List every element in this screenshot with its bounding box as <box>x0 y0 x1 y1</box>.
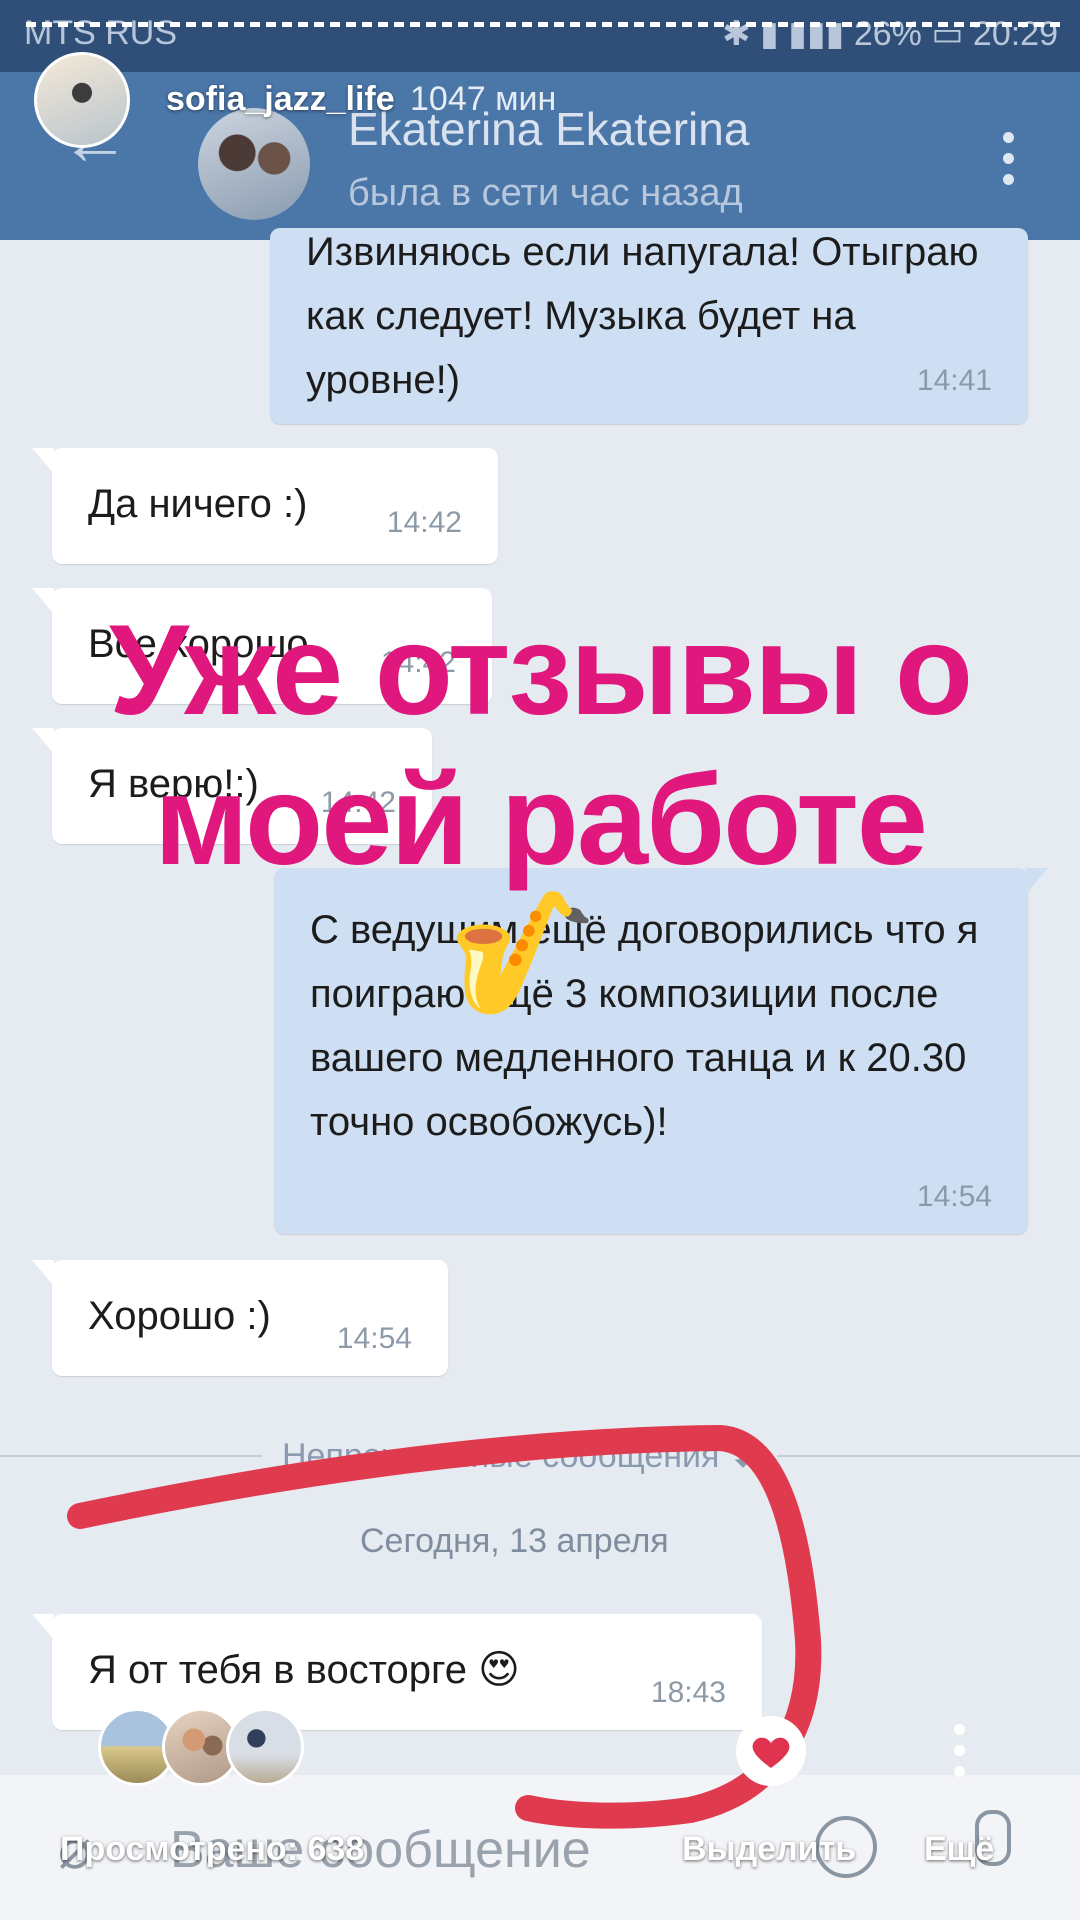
more-button[interactable]: Ещё <box>924 1830 994 1869</box>
story-drawing <box>67 1424 822 1829</box>
heart-icon <box>752 1737 790 1768</box>
story-menu-icon[interactable] <box>954 1724 966 1787</box>
select-button[interactable]: Выделить <box>682 1830 856 1869</box>
views-counter[interactable]: Просмотрено: 638 <box>60 1830 364 1869</box>
heart-button[interactable] <box>736 1716 806 1786</box>
viewer-avatar[interactable] <box>226 1708 304 1786</box>
